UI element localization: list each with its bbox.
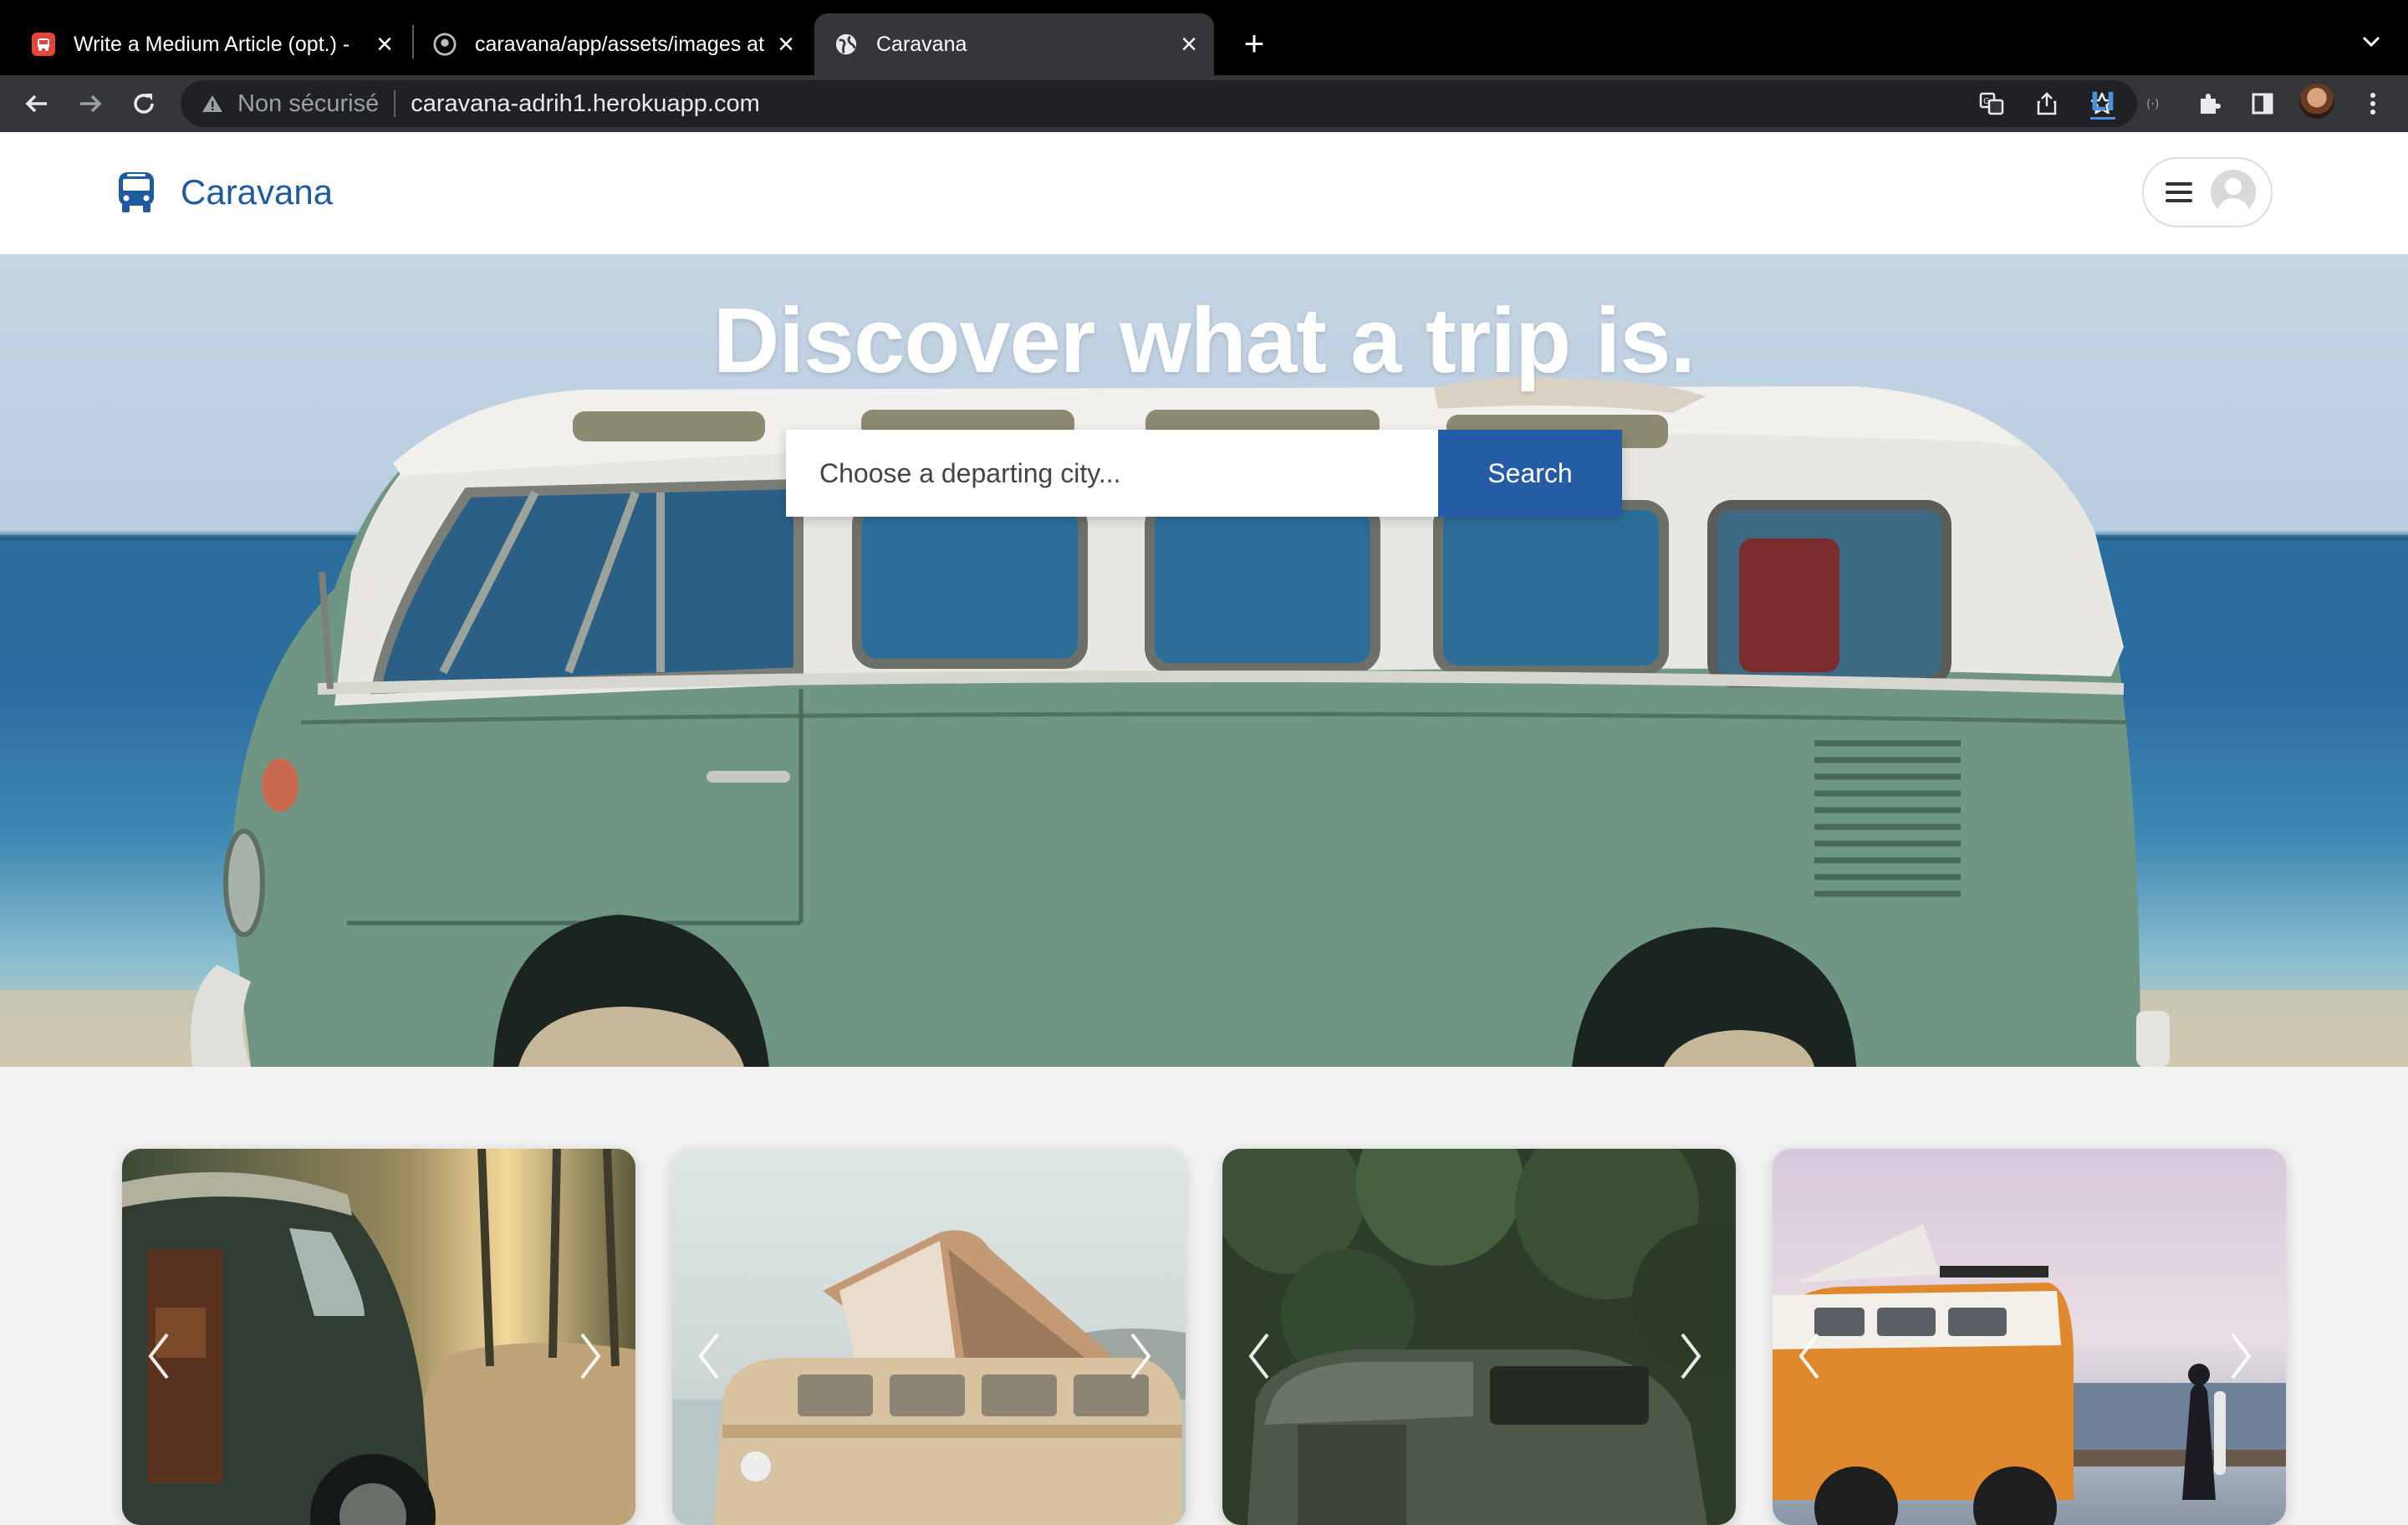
close-tab-icon[interactable]: × [769,28,803,61]
share-icon[interactable] [2033,90,2060,117]
brand-name: Caravana [181,172,334,212]
user-avatar-icon [2211,170,2256,215]
address-bar[interactable]: Non sécurisé caravana-adrih1.herokuapp.c… [181,80,2137,127]
kebab-menu-icon[interactable] [2358,85,2388,122]
browser-toolbar: Non sécurisé caravana-adrih1.herokuapp.c… [0,75,2408,132]
translate-icon[interactable]: G [1978,90,2005,117]
hero-banner: Discover what a trip is. Search [0,254,2408,1067]
chevron-left-icon[interactable] [696,1331,729,1390]
tab-divider [412,25,414,59]
close-tab-icon[interactable]: × [1172,28,1206,61]
user-menu-button[interactable] [2142,157,2273,227]
hero-title: Discover what a trip is. [712,289,1696,392]
tab-github[interactable]: caravana/app/assets/images at × [415,13,811,75]
warning-icon[interactable] [201,92,224,115]
profile-avatar[interactable] [2299,84,2334,119]
beige-camper-coast-image [672,1149,1186,1525]
tab-title: Caravana [876,32,967,56]
address-divider [394,90,396,117]
green-van-woods-card[interactable] [1222,1149,1736,1525]
tab-title: Write a Medium Article (opt.) - [74,32,350,56]
tab-title: caravana/app/assets/images at [475,32,765,56]
forward-arrow-icon[interactable] [72,85,109,122]
puzzle-icon[interactable] [2194,85,2224,122]
green-van-forest-image [122,1149,635,1525]
back-arrow-icon[interactable] [18,85,55,122]
browser-tab-strip: Write a Medium Article (opt.) - × carava… [0,0,2408,75]
orange-van-beach-image [1773,1149,2286,1525]
bus-app-icon [32,33,55,56]
site-navbar: Caravana [0,132,2408,256]
globe-icon [834,33,858,56]
chevron-right-icon[interactable] [579,1331,612,1390]
github-icon [433,33,457,56]
side-panel-icon[interactable] [2247,85,2278,122]
green-van-forest-card[interactable] [122,1149,635,1525]
hamburger-icon [2166,177,2192,207]
brand-link[interactable]: Caravana [115,169,333,216]
tab-caravana[interactable]: Caravana × [814,13,1214,75]
chevron-right-icon[interactable] [1129,1331,1162,1390]
close-tab-icon[interactable]: × [368,28,401,61]
departing-city-input[interactable] [786,430,1438,517]
svg-text:(·): (·) [2146,98,2159,111]
orange-van-beach-card[interactable] [1773,1149,2286,1525]
security-status[interactable]: Non sécurisé [237,90,379,118]
reload-icon[interactable] [125,85,162,122]
bus-logo-icon [119,172,154,212]
beige-camper-coast-card[interactable] [672,1149,1186,1525]
chevron-left-icon[interactable] [1246,1331,1279,1390]
chevron-left-icon[interactable] [1796,1331,1829,1390]
tab-medium-article[interactable]: Write a Medium Article (opt.) - × [0,13,410,75]
chevron-right-icon[interactable] [2229,1331,2263,1390]
city-search-form: Search [786,430,1622,517]
new-tab-icon[interactable]: + [1236,23,1273,63]
chevron-right-icon[interactable] [1679,1331,1712,1390]
chevron-left-icon[interactable] [145,1331,179,1390]
extension-icon[interactable]: (·) [2140,85,2171,122]
url-text[interactable]: caravana-adrih1.herokuapp.com [411,90,760,118]
chevron-down-icon[interactable] [2354,25,2388,59]
green-van-woods-image [1222,1149,1736,1525]
linkedin-extension-icon[interactable]: LI [2085,85,2120,122]
svg-text:G: G [1983,97,1990,106]
search-button[interactable]: Search [1438,430,1622,517]
